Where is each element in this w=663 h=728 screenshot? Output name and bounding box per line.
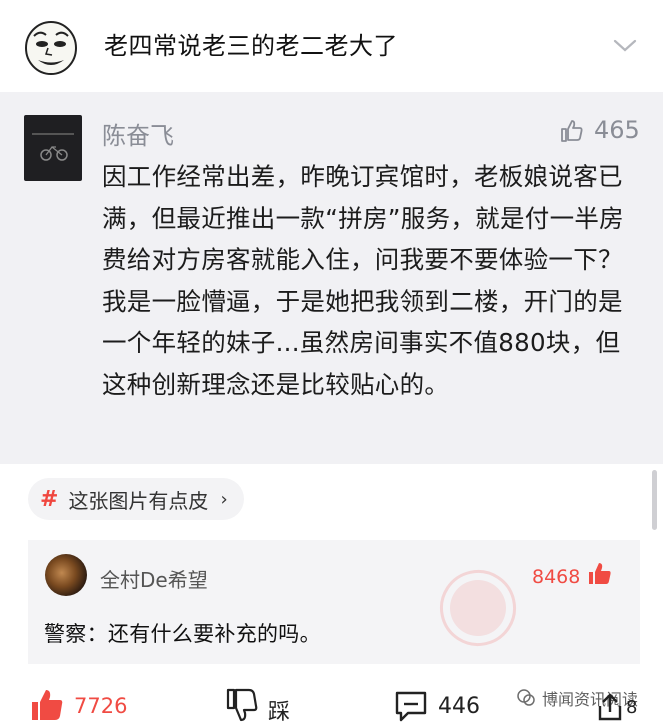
- reply-like-count: 8468: [532, 566, 581, 588]
- quote-body-text: 因工作经常出差，昨晚订宾馆时，老板娘说客已满，但最近推出一款“拼房”服务，就是付…: [102, 162, 624, 399]
- dislike-label[interactable]: 踩: [268, 694, 290, 726]
- bicycle-icon: [32, 133, 74, 161]
- share-count: 8: [626, 697, 638, 718]
- topic-tag[interactable]: # 这张图片有点皮 ›: [28, 478, 244, 520]
- chevron-right-icon: ›: [220, 488, 228, 510]
- reply-text: 警察：还有什么要补充的吗。: [44, 622, 321, 646]
- reply-user-name[interactable]: 全村De希望: [100, 564, 208, 593]
- meme-face-icon[interactable]: [22, 18, 80, 76]
- footer-like-count: 7726: [74, 694, 128, 718]
- comment-count: 446: [438, 694, 480, 719]
- thumbs-up-icon[interactable]: [560, 119, 584, 143]
- topic-label: 这张图片有点皮: [68, 488, 209, 513]
- quote-like-count: 465: [594, 116, 640, 144]
- quote-author-name[interactable]: 陈奋飞: [102, 116, 174, 151]
- thumbs-up-icon[interactable]: [588, 562, 612, 586]
- hash-icon: #: [40, 486, 59, 512]
- post-title: 老四常说老三的老二老大了: [104, 32, 398, 60]
- comment-icon[interactable]: [394, 690, 428, 722]
- thumbs-up-icon[interactable]: [30, 688, 64, 722]
- avatar[interactable]: [45, 554, 87, 596]
- thumbs-down-icon[interactable]: [226, 688, 258, 722]
- author-avatar[interactable]: [24, 115, 82, 181]
- chevron-down-icon[interactable]: [612, 36, 638, 56]
- share-icon[interactable]: [596, 692, 624, 722]
- scrollbar[interactable]: [652, 470, 657, 530]
- wechat-icon: [517, 689, 535, 706]
